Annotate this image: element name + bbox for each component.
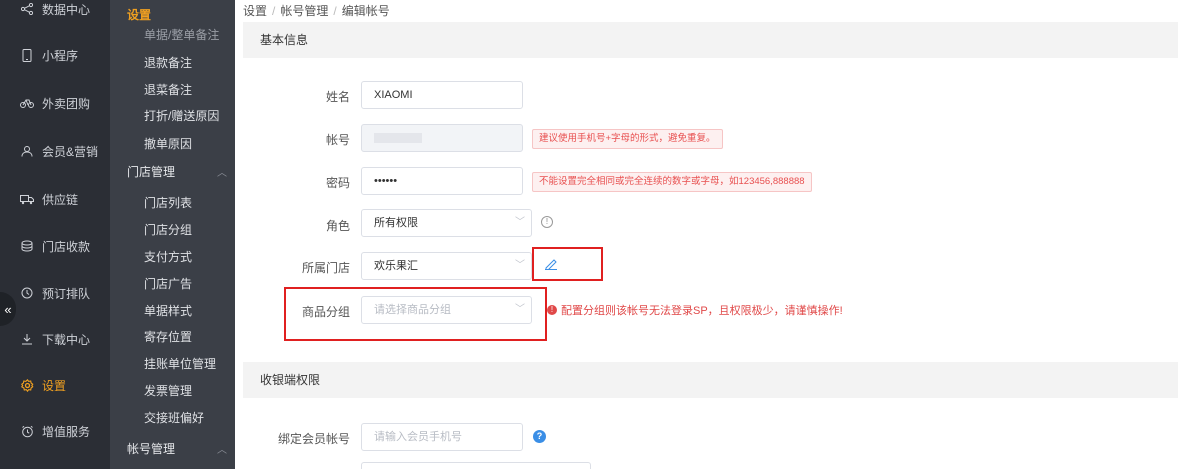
subnav-item-storage-location[interactable]: 寄存位置 — [144, 328, 192, 345]
member-phone-placeholder: 请输入会员手机号 — [374, 431, 462, 443]
double-chevron-left-icon: « — [4, 301, 12, 317]
sidebar-item-label: 下载中心 — [42, 332, 91, 347]
sidebar-item-mini-program[interactable]: 小程序 — [0, 40, 110, 70]
edit-pencil-icon[interactable] — [544, 258, 558, 273]
chevron-down-icon: ﹀ — [515, 217, 525, 228]
sidebar-item-download-center[interactable]: 下载中心 — [0, 324, 110, 354]
account-hint: 建议使用手机号+字母的形式，避免重复。 — [532, 129, 723, 149]
breadcrumb-item[interactable]: 设置 — [243, 4, 267, 18]
breadcrumb-item: 编辑帐号 — [341, 4, 390, 18]
sidebar-item-label: 供应链 — [42, 192, 79, 207]
info-icon[interactable]: ! — [541, 216, 553, 228]
subnav-item-cancel-reason[interactable]: 撤单原因 — [144, 135, 192, 152]
subnav-item-shift-preference[interactable]: 交接班偏好 — [144, 409, 204, 426]
name-value: XIAOMI — [374, 89, 413, 101]
subnav-item-invoice[interactable]: 发票管理 — [144, 382, 192, 399]
truck-icon — [20, 192, 34, 206]
subnav-item-store-list[interactable]: 门店列表 — [144, 194, 192, 211]
clock-icon — [20, 286, 34, 300]
sidebar-item-label: 小程序 — [42, 48, 79, 63]
subnav-group-account-management[interactable]: 帐号管理 ︿ — [127, 440, 227, 457]
share-icon — [20, 2, 34, 16]
goods-group-warning: ! 配置分组则该帐号无法登录SP，且权限极少，请谨慎操作! — [547, 302, 843, 318]
subnav-item-store-group[interactable]: 门店分组 — [144, 221, 192, 238]
goods-group-select[interactable]: 请选择商品分组 ﹀ — [361, 296, 532, 324]
sidebar-item-data-center[interactable]: 数据中心 — [0, 0, 110, 24]
settings-subnav: 设置 单据/整单备注 退款备注 退菜备注 打折/赠送原因 撤单原因 门店管理 ︿… — [110, 0, 235, 469]
sidebar-item-member-marketing[interactable]: 会员&营销 — [0, 136, 110, 166]
group-label: 门店管理 — [127, 165, 176, 179]
section-basic-info: 基本信息 — [243, 22, 1178, 58]
store-label: 所属门店 — [301, 261, 350, 275]
warning-text: 配置分组则该帐号无法登录SP，且权限极少，请谨慎操作! — [561, 305, 843, 317]
primary-sidebar: 数据中心 小程序 外卖团购 会员&营销 供应链 门店收款 预订排队 下载中心 设… — [0, 0, 110, 469]
subnav-item-refund-notes[interactable]: 退款备注 — [144, 54, 192, 71]
chevron-up-icon: ︿ — [217, 445, 227, 456]
goods-group-label: 商品分组 — [301, 305, 350, 319]
phone-icon — [20, 48, 34, 62]
account-label: 帐号 — [325, 133, 350, 147]
user-icon — [20, 144, 34, 158]
subnav-item-payment-method[interactable]: 支付方式 — [144, 248, 192, 265]
main-content: 设置 / 帐号管理 / 编辑帐号 基本信息 姓名 XIAOMI 帐号 建议使用手机号+字… — [235, 0, 1178, 469]
section-cashier-permissions: 收银端权限 — [243, 362, 1178, 398]
subnav-item-store-ads[interactable]: 门店广告 — [144, 275, 192, 292]
sidebar-item-label: 数据中心 — [42, 2, 91, 17]
password-hint: 不能设置完全相同或完全连续的数字或字母，如123456,888888 — [532, 172, 812, 192]
sidebar-item-settings[interactable]: 设置 — [0, 370, 110, 400]
subnav-item-discount-reason[interactable]: 打折/赠送原因 — [144, 107, 219, 124]
subnav-item-return-dish-notes[interactable]: 退菜备注 — [144, 81, 192, 98]
store-select[interactable]: 欢乐果汇 ﹀ — [361, 252, 532, 280]
role-select[interactable]: 所有权限 ﹀ — [361, 209, 532, 237]
password-value: •••••• — [374, 175, 398, 187]
password-label: 密码 — [325, 176, 350, 190]
name-input[interactable]: XIAOMI — [361, 81, 523, 109]
password-input[interactable]: •••••• — [361, 167, 523, 195]
subnav-item-receipt-style[interactable]: 单据样式 — [144, 302, 192, 319]
sidebar-item-label: 外卖团购 — [42, 96, 91, 111]
sidebar-item-store-payment[interactable]: 门店收款 — [0, 231, 110, 261]
sidebar-item-value-added[interactable]: 增值服务 — [0, 416, 110, 446]
sidebar-item-label: 门店收款 — [42, 239, 91, 254]
bike-icon — [20, 96, 34, 110]
sidebar-item-supply-chain[interactable]: 供应链 — [0, 184, 110, 214]
wallet-icon — [20, 239, 34, 253]
goods-group-placeholder: 请选择商品分组 — [374, 304, 451, 316]
warning-icon: ! — [547, 305, 557, 315]
role-value: 所有权限 — [374, 217, 418, 229]
sidebar-item-label: 预订排队 — [42, 286, 91, 301]
role-label: 角色 — [325, 219, 350, 233]
download-icon — [20, 332, 34, 346]
account-input — [361, 124, 523, 152]
sidebar-item-label: 设置 — [42, 378, 67, 393]
gear-icon — [20, 378, 34, 392]
subnav-item-order-notes[interactable]: 单据/整单备注 — [144, 26, 219, 43]
member-phone-input[interactable]: 请输入会员手机号 — [361, 423, 523, 451]
sidebar-item-label: 会员&营销 — [42, 144, 99, 159]
store-value: 欢乐果汇 — [374, 260, 418, 272]
breadcrumb-item[interactable]: 帐号管理 — [280, 4, 328, 18]
chevron-down-icon: ﹀ — [515, 304, 525, 315]
chevron-down-icon: ﹀ — [515, 260, 525, 271]
subnav-item-credit-unit[interactable]: 挂账单位管理 — [144, 355, 216, 372]
sidebar-item-label: 增值服务 — [42, 424, 91, 439]
subnav-group-store-management[interactable]: 门店管理 ︿ — [127, 163, 227, 180]
member-account-label: 绑定会员帐号 — [277, 432, 350, 446]
highlight-box — [532, 247, 603, 281]
breadcrumb: 设置 / 帐号管理 / 编辑帐号 — [243, 4, 390, 18]
sidebar-item-reservation[interactable]: 预订排队 — [0, 278, 110, 308]
help-icon[interactable]: ? — [533, 430, 546, 443]
chevron-up-icon: ︿ — [217, 168, 227, 179]
name-label: 姓名 — [325, 90, 350, 104]
alarm-icon — [20, 424, 34, 438]
sidebar-item-takeout[interactable]: 外卖团购 — [0, 88, 110, 118]
next-field-input[interactable] — [361, 462, 591, 469]
masked-value — [374, 133, 422, 144]
group-label: 帐号管理 — [127, 442, 176, 456]
